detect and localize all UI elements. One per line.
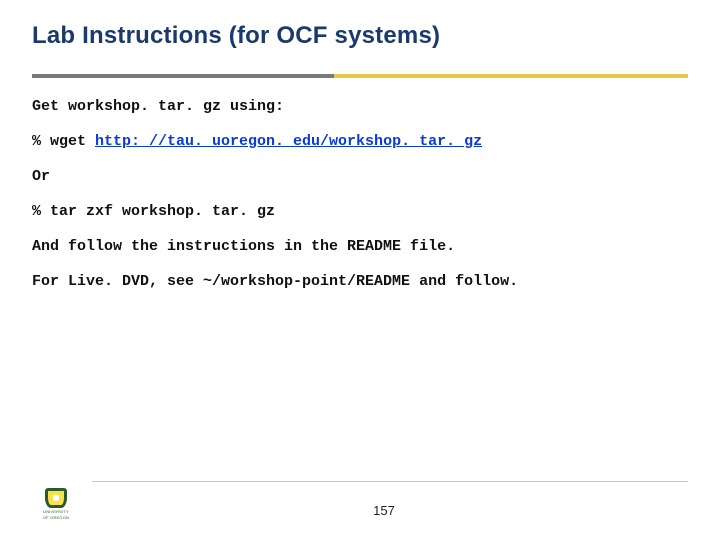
page-number: 157 (80, 503, 688, 520)
uoregon-logo: UNIVERSITY OF OREGON (32, 488, 80, 520)
workshop-link[interactable]: http: //tau. uoregon. edu/workshop. tar.… (95, 133, 482, 150)
body-line-3: Or (32, 166, 688, 187)
rule-gray-segment (32, 74, 334, 78)
wget-prefix: % wget (32, 133, 95, 150)
slide-title: Lab Instructions (for OCF systems) (32, 22, 688, 50)
body-line-2: % wget http: //tau. uoregon. edu/worksho… (32, 131, 688, 152)
logo-text-top: UNIVERSITY (43, 510, 69, 514)
slide: Lab Instructions (for OCF systems) Get w… (0, 0, 720, 540)
body-line-4: % tar zxf workshop. tar. gz (32, 201, 688, 222)
body-line-1: Get workshop. tar. gz using: (32, 96, 688, 117)
footer-rule (92, 481, 688, 482)
rule-gold-segment (334, 74, 688, 78)
title-rule (32, 74, 688, 78)
footer: UNIVERSITY OF OREGON 157 (32, 481, 688, 520)
body-line-6: For Live. DVD, see ~/workshop-point/READ… (32, 271, 688, 292)
footer-row: UNIVERSITY OF OREGON 157 (32, 488, 688, 520)
logo-text-bottom: OF OREGON (43, 516, 69, 520)
slide-body: Get workshop. tar. gz using: % wget http… (32, 96, 688, 292)
body-line-5: And follow the instructions in the READM… (32, 236, 688, 257)
uoregon-o-icon (45, 488, 67, 508)
